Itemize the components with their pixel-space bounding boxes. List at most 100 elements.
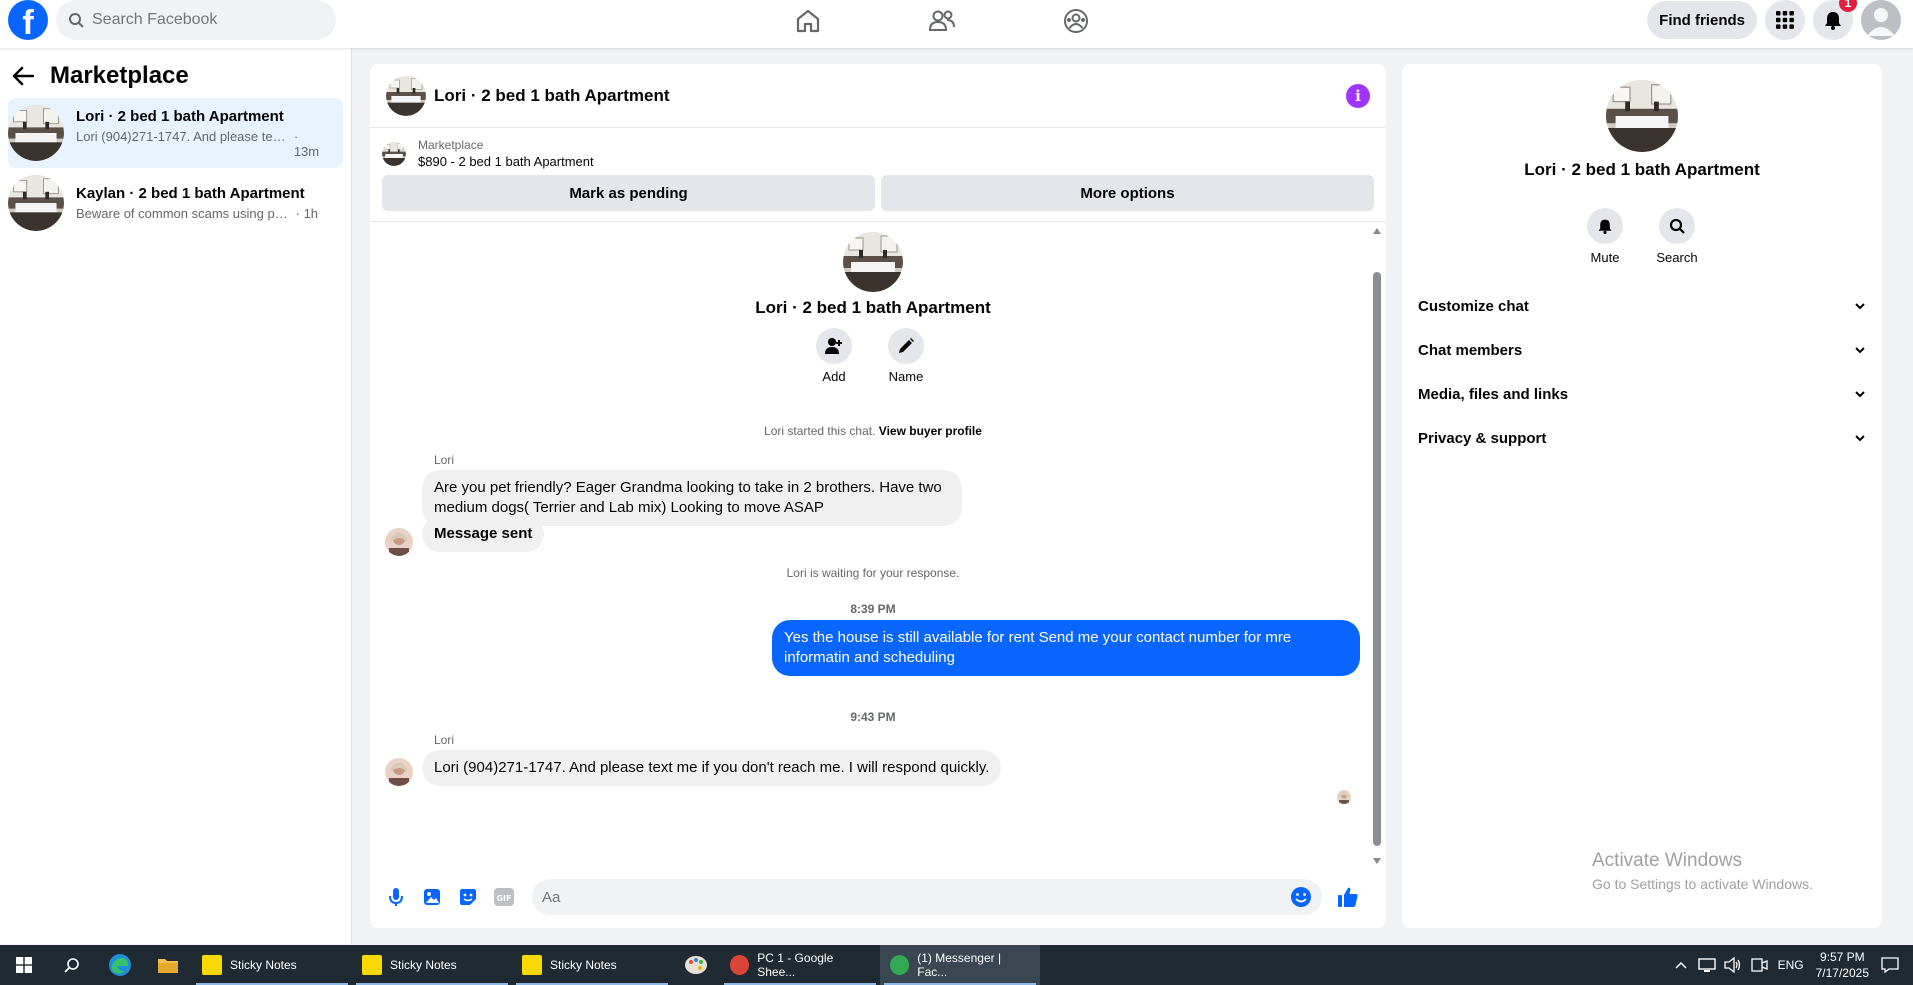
media-files-links-section[interactable]: Media, files and links xyxy=(1418,376,1866,412)
more-options-button[interactable]: More options xyxy=(881,175,1374,211)
clock[interactable]: 9:57 PM 7/17/2025 xyxy=(1816,949,1869,981)
edge-browser-button[interactable] xyxy=(96,945,144,985)
message-text: Message sent xyxy=(434,525,533,542)
taskbar-app-sticky-notes-1[interactable]: Sticky Notes xyxy=(192,945,352,985)
taskbar-app-label: PC 1 - Google Shee... xyxy=(757,951,834,979)
chat-info-panel: Lori · 2 bed 1 bath Apartment Mute Searc… xyxy=(1402,64,1882,928)
sender-name: Lori xyxy=(434,453,455,467)
sender-name: Lori xyxy=(434,733,455,747)
search-input[interactable] xyxy=(92,11,312,29)
conversation-title: Lori · 2 bed 1 bath Apartment xyxy=(76,107,284,125)
svg-text:GIF: GIF xyxy=(496,894,511,903)
paint-app-button[interactable] xyxy=(672,945,720,985)
file-explorer-button[interactable] xyxy=(144,945,192,985)
sidebar-header: Marketplace xyxy=(0,48,351,98)
taskbar-search-button[interactable] xyxy=(48,945,96,985)
add-people-button[interactable] xyxy=(816,328,852,364)
search-icon xyxy=(69,13,84,28)
notification-center-icon[interactable] xyxy=(1881,957,1899,973)
taskbar-app-google-sheets[interactable]: PC 1 - Google Shee... xyxy=(720,945,880,985)
listing-small-thumbnail[interactable] xyxy=(382,141,406,166)
taskbar-app-sticky-notes-2[interactable]: Sticky Notes xyxy=(352,945,512,985)
read-receipt-avatar xyxy=(1337,790,1351,804)
voice-clip-button[interactable] xyxy=(378,879,414,915)
friends-icon[interactable] xyxy=(924,6,960,36)
conversation-title: Kaylan · 2 bed 1 bath Apartment xyxy=(76,185,305,202)
find-friends-button[interactable]: Find friends xyxy=(1647,1,1757,39)
section-label: Media, files and links xyxy=(1418,385,1569,403)
taskbar-app-label: (1) Messenger | Fac... xyxy=(917,951,1002,979)
meet-now-icon[interactable] xyxy=(1750,957,1768,973)
view-buyer-profile-link[interactable]: View buyer profile xyxy=(879,424,982,438)
conversation-item-lori[interactable]: Lori · 2 bed 1 bath Apartment Lori (904)… xyxy=(8,98,343,168)
main-nav xyxy=(790,6,1094,36)
account-avatar[interactable] xyxy=(1861,0,1901,40)
folder-icon xyxy=(158,959,178,973)
chat-intro-thumbnail xyxy=(843,232,903,292)
chat-started-notice: Lori started this chat. View buyer profi… xyxy=(370,424,1376,438)
menu-button[interactable] xyxy=(1765,0,1805,40)
mute-button[interactable] xyxy=(1587,208,1623,244)
incoming-message-bubble[interactable]: Lori (904)271-1747. And please text me i… xyxy=(422,750,1002,786)
chrome-icon xyxy=(730,955,750,975)
mark-as-pending-button[interactable]: Mark as pending xyxy=(382,175,875,211)
chat-header-thumbnail[interactable] xyxy=(386,75,426,116)
taskbar-app-messenger[interactable]: (1) Messenger | Fac... xyxy=(880,945,1040,985)
name-label: Name xyxy=(888,369,924,384)
add-label: Add xyxy=(822,369,846,384)
groups-icon[interactable] xyxy=(1058,6,1094,36)
bell-icon xyxy=(1598,219,1612,234)
message-composer: GIF xyxy=(370,866,1386,928)
taskbar-app-sticky-notes-3[interactable]: Sticky Notes xyxy=(512,945,672,985)
top-navigation-bar: f Find friends 1 xyxy=(0,0,1913,48)
incoming-message-bubble[interactable]: Message sent xyxy=(422,516,545,552)
photo-icon xyxy=(424,889,440,905)
activate-windows-watermark: Activate Windows Go to Settings to activ… xyxy=(1592,850,1813,892)
facebook-logo[interactable]: f xyxy=(8,0,48,40)
chat-panel: Lori · 2 bed 1 bath Apartment i Marketpl… xyxy=(370,64,1386,928)
waiting-notice: Lori is waiting for your response. xyxy=(786,566,960,580)
search-in-chat-button[interactable] xyxy=(1659,208,1695,244)
listing-title[interactable]: $890 - 2 bed 1 bath Apartment xyxy=(418,154,594,169)
profile-icon xyxy=(1867,8,1895,36)
listing-thumbnail xyxy=(8,175,64,231)
input-language[interactable]: ENG xyxy=(1778,958,1804,972)
outgoing-message-bubble[interactable]: Yes the house is still available for ren… xyxy=(772,620,1360,676)
sender-avatar[interactable] xyxy=(385,528,413,556)
sticker-button[interactable] xyxy=(450,879,486,915)
mute-label: Mute xyxy=(1590,250,1620,265)
home-icon[interactable] xyxy=(790,6,826,36)
sticky-notes-icon xyxy=(202,955,222,975)
chevron-down-icon xyxy=(1855,347,1865,354)
chevron-up-icon[interactable] xyxy=(1674,960,1688,970)
privacy-support-section[interactable]: Privacy & support xyxy=(1418,420,1866,456)
sender-avatar[interactable] xyxy=(385,758,413,786)
start-button[interactable] xyxy=(0,945,48,985)
info-icon[interactable]: i xyxy=(1346,83,1370,108)
bell-icon xyxy=(1825,12,1841,30)
info-panel-name: Lori · 2 bed 1 bath Apartment xyxy=(1524,160,1760,179)
chat-intro xyxy=(370,232,1376,297)
conversation-item-kaylan[interactable]: Kaylan · 2 bed 1 bath Apartment Beware o… xyxy=(8,168,343,238)
gif-icon: GIF xyxy=(494,888,514,906)
sticky-notes-icon xyxy=(362,955,382,975)
section-label: Privacy & support xyxy=(1418,429,1547,447)
message-input[interactable] xyxy=(542,888,1290,906)
message-input-wrapper[interactable] xyxy=(532,879,1322,915)
search-box[interactable] xyxy=(56,0,336,40)
name-chat-button[interactable] xyxy=(888,328,924,364)
network-icon[interactable] xyxy=(1697,957,1716,973)
chat-title[interactable]: Lori · 2 bed 1 bath Apartment xyxy=(434,86,1346,106)
notifications-button[interactable]: 1 xyxy=(1813,0,1857,40)
like-button[interactable] xyxy=(1330,879,1366,915)
gif-button[interactable]: GIF xyxy=(486,879,522,915)
back-button[interactable] xyxy=(12,62,40,90)
attach-photo-button[interactable] xyxy=(414,879,450,915)
listing-banner: Marketplace $890 - 2 bed 1 bath Apartmen… xyxy=(370,128,1386,222)
chat-members-section[interactable]: Chat members xyxy=(1418,332,1866,368)
chevron-down-icon xyxy=(1855,303,1865,310)
info-panel-thumbnail[interactable] xyxy=(1606,80,1678,152)
customize-chat-section[interactable]: Customize chat xyxy=(1418,288,1866,324)
volume-icon[interactable] xyxy=(1723,957,1742,973)
emoji-icon[interactable] xyxy=(1290,886,1312,908)
